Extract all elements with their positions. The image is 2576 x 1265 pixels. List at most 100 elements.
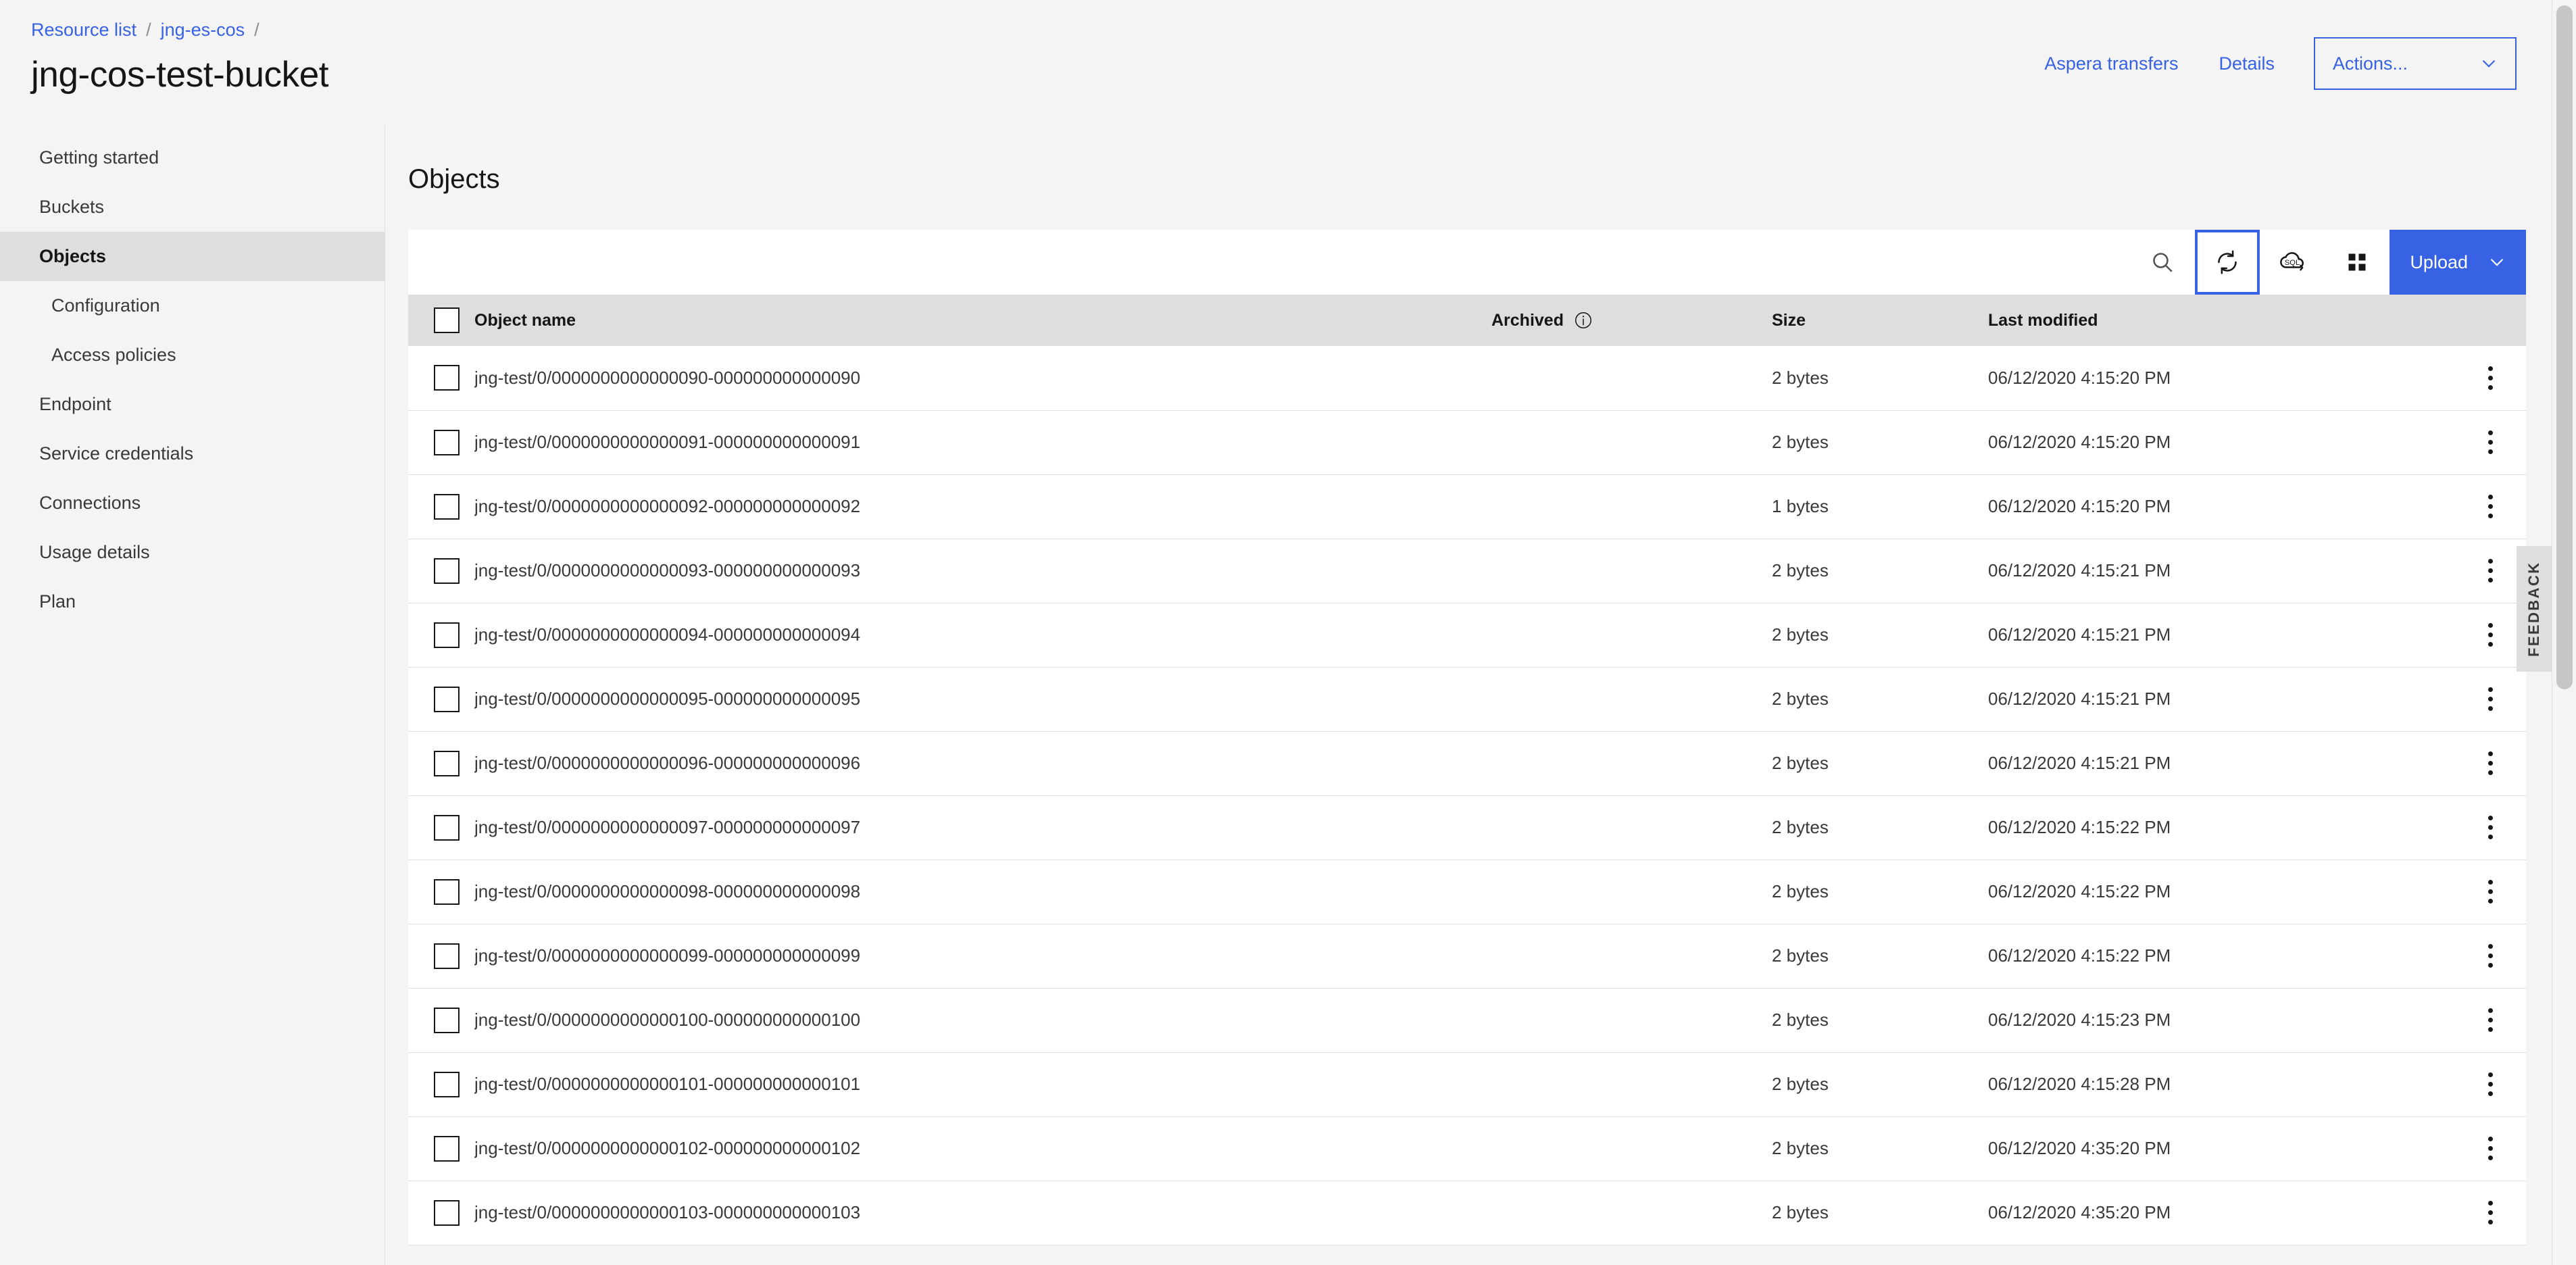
sidebar-item-access-policies[interactable]: Access policies: [0, 330, 385, 380]
table-row[interactable]: jng-test/0/0000000000000102-000000000000…: [408, 1116, 2526, 1181]
page-scrollbar-track[interactable]: [2552, 0, 2576, 1265]
column-header-last-modified[interactable]: Last modified: [1988, 295, 2454, 346]
row-checkbox[interactable]: [434, 557, 460, 584]
last-modified-cell: 06/12/2020 4:15:21 PM: [1988, 539, 2454, 603]
object-name-cell[interactable]: jng-test/0/0000000000000092-000000000000…: [474, 474, 1491, 539]
sql-query-button[interactable]: SQL: [2260, 230, 2325, 295]
table-row[interactable]: jng-test/0/0000000000000103-000000000000…: [408, 1181, 2526, 1245]
row-checkbox[interactable]: [434, 814, 460, 841]
object-name-cell[interactable]: jng-test/0/0000000000000091-000000000000…: [474, 410, 1491, 475]
archived-cell: [1491, 860, 1772, 924]
grid-view-button[interactable]: [2325, 230, 2390, 295]
sidebar-item-buckets[interactable]: Buckets: [0, 182, 385, 232]
object-name-cell[interactable]: jng-test/0/0000000000000099-000000000000…: [474, 924, 1491, 989]
overflow-menu-icon[interactable]: [2467, 354, 2514, 401]
overflow-menu-icon[interactable]: [2467, 676, 2514, 723]
table-row[interactable]: jng-test/0/0000000000000090-000000000000…: [408, 346, 2526, 411]
table-row[interactable]: jng-test/0/0000000000000092-000000000000…: [408, 474, 2526, 539]
row-checkbox[interactable]: [434, 622, 460, 648]
sidebar-item-connections[interactable]: Connections: [0, 478, 385, 528]
breadcrumb-item-resource-list[interactable]: Resource list: [31, 20, 137, 39]
object-name-cell[interactable]: jng-test/0/0000000000000094-000000000000…: [474, 603, 1491, 668]
upload-button[interactable]: Upload: [2389, 230, 2526, 295]
row-checkbox[interactable]: [434, 365, 460, 391]
table-row[interactable]: jng-test/0/0000000000000101-000000000000…: [408, 1052, 2526, 1117]
overflow-menu-icon[interactable]: [2467, 933, 2514, 980]
object-name-cell[interactable]: jng-test/0/0000000000000100-000000000000…: [474, 988, 1491, 1053]
object-name-cell[interactable]: jng-test/0/0000000000000103-000000000000…: [474, 1181, 1491, 1245]
object-name-cell[interactable]: jng-test/0/0000000000000097-000000000000…: [474, 795, 1491, 860]
object-name-cell[interactable]: jng-test/0/0000000000000102-000000000000…: [474, 1116, 1491, 1181]
row-checkbox[interactable]: [434, 1007, 460, 1033]
size-cell: 2 bytes: [1772, 988, 1988, 1053]
breadcrumb-item-jng-es-cos[interactable]: jng-es-cos: [161, 20, 245, 39]
table-row[interactable]: jng-test/0/0000000000000099-000000000000…: [408, 924, 2526, 989]
sidebar-item-usage-details[interactable]: Usage details: [0, 528, 385, 577]
overflow-menu-icon[interactable]: [2467, 1189, 2514, 1237]
select-all-checkbox[interactable]: [434, 307, 460, 333]
size-cell: 2 bytes: [1772, 1052, 1988, 1117]
object-name-cell[interactable]: jng-test/0/0000000000000095-000000000000…: [474, 667, 1491, 732]
row-checkbox[interactable]: [434, 686, 460, 712]
column-header-archived-label: Archived: [1491, 310, 1564, 330]
refresh-button[interactable]: [2195, 230, 2260, 295]
overflow-menu-icon[interactable]: [2467, 1125, 2514, 1172]
table-row[interactable]: jng-test/0/0000000000000098-000000000000…: [408, 860, 2526, 924]
sidebar-item-objects[interactable]: Objects: [0, 232, 385, 281]
object-name-cell[interactable]: jng-test/0/0000000000000090-000000000000…: [474, 346, 1491, 411]
row-checkbox[interactable]: [434, 878, 460, 905]
sidebar-item-endpoint[interactable]: Endpoint: [0, 380, 385, 429]
archived-cell: [1491, 1116, 1772, 1181]
aspera-transfers-link[interactable]: Aspera transfers: [2024, 37, 2198, 90]
column-header-size[interactable]: Size: [1772, 295, 1988, 346]
object-name-cell[interactable]: jng-test/0/0000000000000096-000000000000…: [474, 731, 1491, 796]
object-name-cell[interactable]: jng-test/0/0000000000000098-000000000000…: [474, 860, 1491, 924]
table-row[interactable]: jng-test/0/0000000000000097-000000000000…: [408, 795, 2526, 860]
column-header-archived[interactable]: Archived: [1491, 295, 1772, 346]
overflow-menu-icon[interactable]: [2467, 868, 2514, 916]
row-select-cell: [408, 1052, 474, 1117]
object-name-cell[interactable]: jng-test/0/0000000000000101-000000000000…: [474, 1052, 1491, 1117]
overflow-menu-icon[interactable]: [2467, 483, 2514, 530]
search-button[interactable]: [2130, 230, 2196, 295]
overflow-menu-icon[interactable]: [2467, 997, 2514, 1044]
archived-cell: [1491, 474, 1772, 539]
row-checkbox[interactable]: [434, 1071, 460, 1097]
row-checkbox[interactable]: [434, 943, 460, 969]
row-checkbox[interactable]: [434, 429, 460, 455]
row-select-cell: [408, 539, 474, 603]
column-header-object-name[interactable]: Object name: [474, 295, 1491, 346]
row-checkbox[interactable]: [434, 750, 460, 776]
row-checkbox[interactable]: [434, 1135, 460, 1162]
table-row[interactable]: jng-test/0/0000000000000100-000000000000…: [408, 988, 2526, 1053]
objects-table-container: SQL Upload Object name Archived Size Las…: [408, 230, 2526, 1245]
row-checkbox[interactable]: [434, 493, 460, 520]
sidebar-item-plan[interactable]: Plan: [0, 577, 385, 626]
overflow-menu-icon[interactable]: [2467, 1061, 2514, 1108]
actions-dropdown-button[interactable]: Actions...: [2314, 37, 2517, 90]
overflow-menu-icon[interactable]: [2467, 547, 2514, 595]
archived-cell: [1491, 1052, 1772, 1117]
sidebar-item-configuration[interactable]: Configuration: [0, 281, 385, 330]
refresh-icon: [2214, 249, 2241, 276]
overflow-menu-icon[interactable]: [2467, 612, 2514, 659]
row-checkbox[interactable]: [434, 1199, 460, 1226]
page-scrollbar-thumb[interactable]: [2556, 5, 2573, 689]
overflow-menu-icon[interactable]: [2467, 804, 2514, 851]
sidebar-item-getting-started[interactable]: Getting started: [0, 133, 385, 182]
details-link[interactable]: Details: [2198, 37, 2295, 90]
row-actions-cell: [2454, 795, 2526, 860]
table-row[interactable]: jng-test/0/0000000000000093-000000000000…: [408, 539, 2526, 603]
feedback-tab[interactable]: FEEDBACK: [2517, 546, 2552, 672]
overflow-menu-icon[interactable]: [2467, 740, 2514, 787]
table-row[interactable]: jng-test/0/0000000000000091-000000000000…: [408, 410, 2526, 475]
row-actions-cell: [2454, 410, 2526, 475]
info-icon[interactable]: [1573, 310, 1593, 330]
object-name-cell[interactable]: jng-test/0/0000000000000093-000000000000…: [474, 539, 1491, 603]
sidebar-item-service-credentials[interactable]: Service credentials: [0, 429, 385, 478]
table-row[interactable]: jng-test/0/0000000000000096-000000000000…: [408, 731, 2526, 796]
sidebar-nav: Getting started Buckets Objects Configur…: [0, 125, 385, 1265]
overflow-menu-icon[interactable]: [2467, 419, 2514, 466]
table-row[interactable]: jng-test/0/0000000000000094-000000000000…: [408, 603, 2526, 668]
table-row[interactable]: jng-test/0/0000000000000095-000000000000…: [408, 667, 2526, 732]
